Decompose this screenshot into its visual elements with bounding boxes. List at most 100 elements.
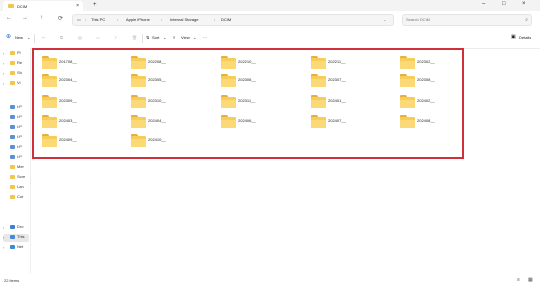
- folder-item[interactable]: 202307__: [311, 74, 361, 92]
- drive-icon: [10, 125, 15, 129]
- folder-item[interactable]: 202403__: [42, 115, 92, 133]
- folder-icon: [311, 74, 326, 87]
- sidebar-item-label: This: [17, 234, 25, 239]
- sidebar-item-label: I:P: [17, 144, 22, 149]
- cut-icon[interactable]: ✂: [42, 35, 45, 40]
- chevron-right-icon[interactable]: ›: [3, 51, 4, 56]
- folder-item[interactable]: 202410__: [131, 134, 181, 152]
- new-tab-button[interactable]: +: [93, 2, 97, 8]
- back-button[interactable]: ←: [6, 15, 12, 21]
- address-bar[interactable]: ▭ › This PC › Apple iPhone › Internal St…: [72, 14, 394, 26]
- divider: [34, 34, 35, 43]
- paste-icon[interactable]: ▤: [78, 35, 82, 40]
- folder-item[interactable]: 202211__: [311, 56, 361, 74]
- breadcrumb-dcim[interactable]: DCIM: [221, 17, 231, 22]
- folder-item[interactable]: 202407__: [311, 115, 361, 133]
- up-button[interactable]: ↑: [40, 15, 43, 21]
- sidebar-item[interactable]: › Pi: [3, 50, 29, 58]
- sidebar-item-label: Re: [17, 60, 23, 65]
- breadcrumb-apple-iphone[interactable]: Apple iPhone: [126, 17, 150, 22]
- folder-item[interactable]: 202302__: [400, 56, 450, 74]
- drive-icon: [10, 145, 15, 149]
- sidebar-item[interactable]: I:P: [3, 124, 29, 132]
- sidebar-item-label: Scre: [17, 174, 26, 179]
- copy-icon[interactable]: ⧉: [60, 35, 63, 40]
- folder-name: 202310__: [148, 98, 166, 103]
- folder-item[interactable]: 202210__: [221, 56, 271, 74]
- sidebar-item-label: I:P: [17, 154, 22, 159]
- view-button[interactable]: View: [181, 35, 190, 40]
- sidebar-item[interactable]: Scre: [3, 174, 29, 182]
- sidebar-item[interactable]: I:P: [3, 144, 29, 152]
- folder-item[interactable]: 202401__: [311, 95, 361, 113]
- sidebar-item[interactable]: › Dro: [3, 224, 29, 232]
- folder-item[interactable]: 202208__: [131, 56, 181, 74]
- maximize-button[interactable]: □: [502, 1, 506, 7]
- sidebar-item[interactable]: I:P: [3, 154, 29, 162]
- folder-icon: [400, 115, 415, 128]
- details-button[interactable]: Details: [519, 35, 531, 40]
- folder-item[interactable]: 202311__: [221, 95, 271, 113]
- sidebar-item[interactable]: › Sh: [3, 70, 29, 78]
- chevron-right-icon[interactable]: ›: [3, 245, 4, 250]
- chevron-down-icon[interactable]: ⌄: [27, 35, 30, 40]
- sidebar-item-label: Vi: [17, 80, 21, 85]
- close-window-button[interactable]: ×: [522, 1, 526, 7]
- folder-item[interactable]: 202406__: [221, 115, 271, 133]
- sidebar-item[interactable]: › Vi: [3, 80, 29, 88]
- folder-item[interactable]: 202310__: [131, 95, 181, 113]
- folder-item[interactable]: 202404__: [131, 115, 181, 133]
- chevron-right-icon[interactable]: ›: [3, 61, 4, 66]
- tab-close-button[interactable]: ×: [76, 3, 79, 9]
- folder-item[interactable]: 202409__: [42, 134, 92, 152]
- chevron-down-icon[interactable]: ⌄: [163, 35, 166, 40]
- details-view-button[interactable]: ≡: [517, 277, 520, 283]
- sidebar-item[interactable]: › Re: [3, 60, 29, 68]
- folder-item[interactable]: 202306__: [221, 74, 271, 92]
- chevron-down-icon[interactable]: ⌄: [193, 35, 196, 40]
- sidebar-item[interactable]: Mer: [3, 164, 29, 172]
- breadcrumb-internal-storage[interactable]: Internal Storage: [170, 17, 198, 22]
- chevron-down-icon[interactable]: ⌄: [383, 17, 386, 22]
- sidebar-item-label: I:P: [17, 134, 22, 139]
- folder-name: 202211__: [328, 59, 346, 64]
- folder-name: 202309__: [59, 98, 77, 103]
- folder-item[interactable]: 202305__: [131, 74, 181, 92]
- navigation-bar: ← → ↑ ⟳ ▭ › This PC › Apple iPhone › Int…: [0, 11, 540, 27]
- chevron-right-icon[interactable]: ›: [3, 235, 4, 240]
- folder-item[interactable]: 202308__: [400, 74, 450, 92]
- sidebar-item[interactable]: I:P: [3, 104, 29, 112]
- file-list: 201708__ 202208__ 202210__ 202211__ 202302__…: [31, 48, 540, 273]
- rename-icon[interactable]: ▭: [96, 35, 100, 40]
- folder-item[interactable]: 202304__: [42, 74, 92, 92]
- folder-item[interactable]: 202309__: [42, 95, 92, 113]
- sidebar-item-label: I:P: [17, 104, 22, 109]
- share-icon[interactable]: ⇪: [114, 35, 117, 40]
- chevron-right-icon[interactable]: ›: [3, 81, 4, 86]
- folder-item[interactable]: 202408__: [400, 115, 450, 133]
- sidebar-item[interactable]: Cut: [3, 194, 29, 202]
- chevron-right-icon[interactable]: ›: [3, 225, 4, 230]
- breadcrumb-this-pc[interactable]: This PC: [91, 17, 105, 22]
- folder-item[interactable]: 202402__: [400, 95, 450, 113]
- search-box[interactable]: ⌕: [402, 14, 532, 26]
- chevron-right-icon[interactable]: ›: [3, 71, 4, 76]
- delete-icon[interactable]: 🗑: [132, 35, 137, 40]
- new-button[interactable]: New: [15, 35, 23, 40]
- folder-item[interactable]: 201708__: [42, 56, 92, 74]
- tab-dcim[interactable]: DCIM ×: [3, 1, 83, 11]
- search-input[interactable]: [406, 16, 518, 23]
- more-options-button[interactable]: ···: [203, 35, 207, 40]
- sidebar-item[interactable]: I:P: [3, 114, 29, 122]
- sidebar-item[interactable]: Lan: [3, 184, 29, 192]
- tiles-view-button[interactable]: ▦: [528, 277, 533, 283]
- sidebar-item[interactable]: I:P: [3, 134, 29, 142]
- folder-name: 202302__: [417, 59, 435, 64]
- folder-name: 202311__: [238, 98, 256, 103]
- sidebar-item[interactable]: › Net: [3, 244, 29, 252]
- sidebar-item[interactable]: › This: [3, 234, 29, 242]
- forward-button[interactable]: →: [22, 15, 28, 21]
- refresh-button[interactable]: ⟳: [58, 15, 63, 22]
- sort-button[interactable]: Sort: [152, 35, 159, 40]
- minimize-button[interactable]: –: [482, 1, 485, 7]
